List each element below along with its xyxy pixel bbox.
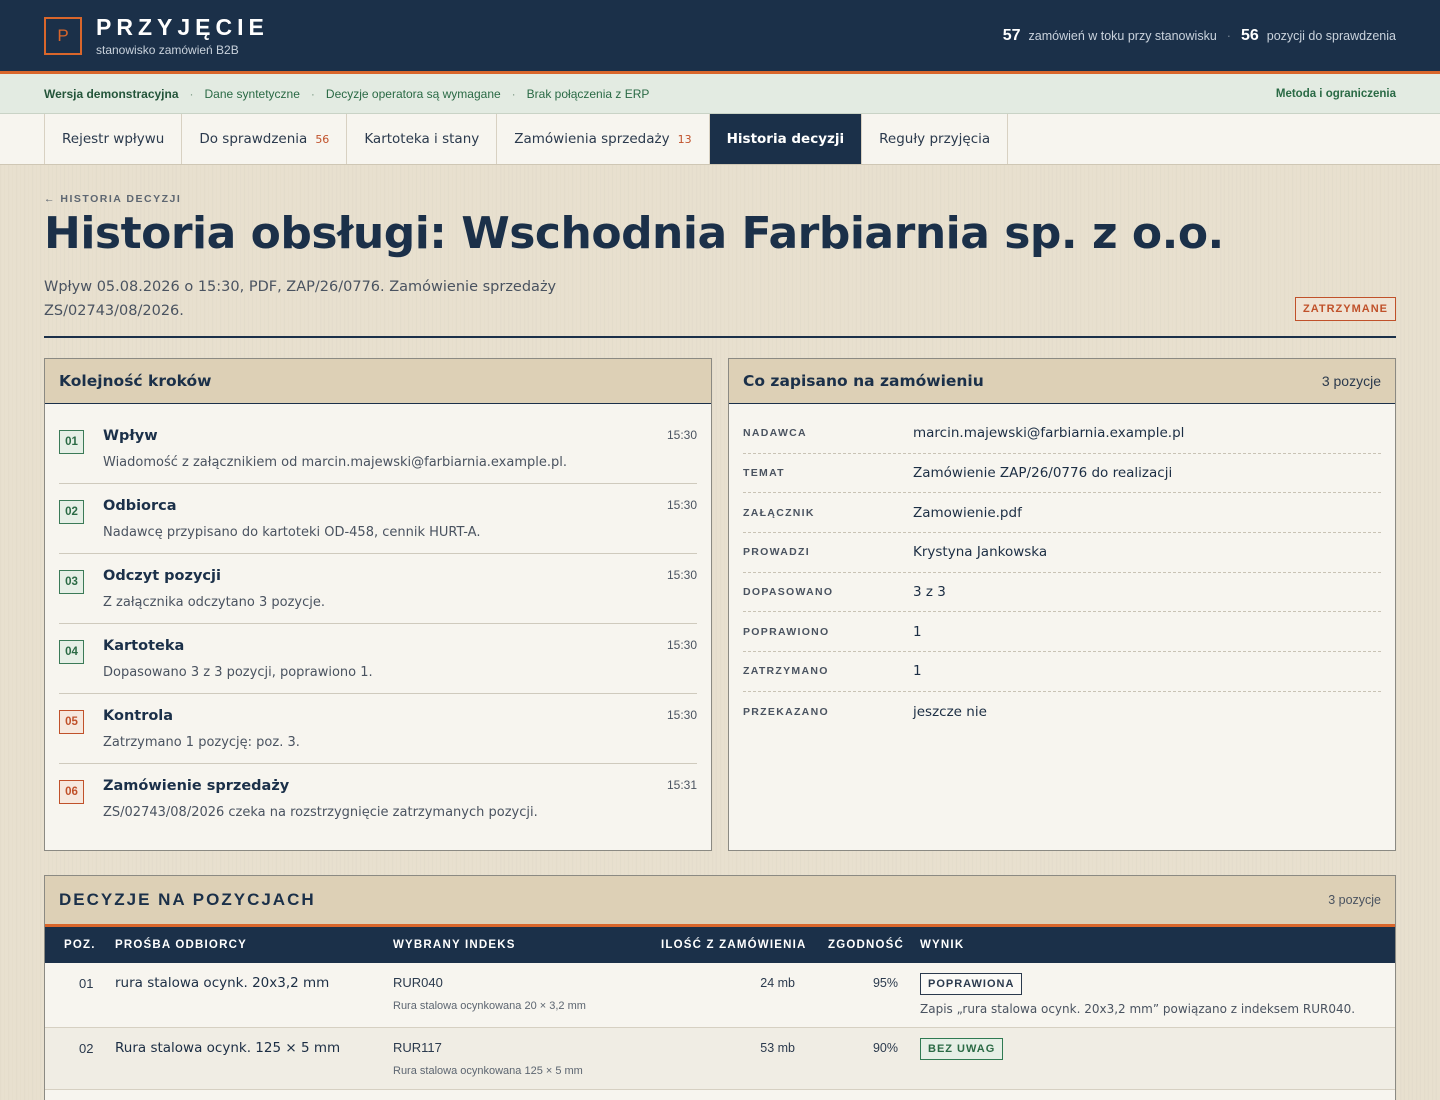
order-panel-title: Co zapisano na zamówieniu [743,372,984,390]
col-match: ZGODNOŚĆ [828,939,905,951]
col-pos: POZ. [64,939,96,951]
step-number: 02 [59,500,84,524]
tab-to-check[interactable]: Do sprawdzenia 56 [181,114,346,164]
step-title: Wpływ [103,428,158,444]
table-header: POZ. PROŚBA ODBIORCY WYBRANY INDEKS ILOŚ… [45,927,1395,963]
demo-notice-bar: Wersja demonstracyjna · Dane syntetyczne… [0,74,1440,114]
page-subtitle: Wpływ 05.08.2026 o 15:30, PDF, ZAP/26/07… [44,279,557,319]
step-title: Odbiorca [103,498,177,514]
result-badge: POPRAWIONA [920,973,1023,995]
tab-intake-register[interactable]: Rejestr wpływu [44,114,181,164]
back-link[interactable]: ← HISTORIA DECYZJI [44,193,181,205]
status-badge: ZATRZYMANE [1295,297,1396,321]
step-title: Odczyt pozycji [103,568,221,584]
tab-sales-orders[interactable]: Zamówienia sprzedaży 13 [496,114,708,164]
main-tabs: Rejestr wpływu Do sprawdzenia 56 Kartotek… [0,114,1440,165]
step-title: Kartoteka [103,638,185,654]
items-to-check-count: 56 [1240,26,1259,44]
step-description: ZS/02743/08/2026 czeka na rozstrzygnięci… [103,805,538,820]
tab-catalog-stock[interactable]: Kartoteka i stany [346,114,496,164]
record-row-transferred: PRZEKAZANO jeszcze nie [743,703,987,720]
header-stats: 57 zamówień w toku przy stanowisku · 56 … [1003,27,1396,45]
step-time: 15:30 [666,428,697,442]
step-number: 04 [59,640,84,664]
step-number: 03 [59,570,84,594]
step-item: 02 Odbiorca Nadawcę przypisano do kartot… [59,484,697,554]
app-name: PRZYJĘCIE [96,13,269,40]
notice-no-erp: Brak połączenia z ERP [526,86,650,101]
record-row-attachment: ZAŁĄCZNIK Zamowienie.pdf [743,493,1381,534]
step-item: 06 Zamówienie sprzedaży ZS/02743/08/2026… [59,764,697,834]
table-row[interactable]: 02 Rura stalowa ocynk. 125 × 5 mm RUR117… [45,1028,1395,1090]
record-row-held: ZATRZYMANO 1 [743,652,1381,692]
record-row-sender: NADAWCA marcin.majewski@farbiarnia.exampl… [743,414,1381,454]
step-description: Wiadomość z załącznikiem od marcin.majew… [103,455,567,470]
record-row-corrected: POPRAWIONO 1 [743,612,1381,653]
stats-separator: · [1226,28,1231,43]
record-row-handler: PROWADZI Krystyna Jankowska [743,533,1381,573]
notice-operator-decisions: Decyzje operatora są wymagane [325,86,501,101]
notice-demo-version: Wersja demonstracyjna [44,86,179,101]
title-divider [44,336,1396,338]
result-note: Zapis „rura stalowa ocynk. 20x3,2 mm” po… [920,1002,1356,1016]
items-to-check-label: pozycji do sprawdzenia [1266,28,1396,43]
record-row-matched: DOPASOWANO 3 z 3 [743,573,1381,613]
attachment-link[interactable]: Zamowienie.pdf [913,505,1022,521]
order-panel-count: 3 pozycje [1321,373,1381,389]
step-number: 06 [59,780,84,804]
col-qty: ILOŚĆ Z ZAMÓWIENIA [661,939,807,951]
step-description: Dopasowano 3 z 3 pozycji, poprawiono 1. [103,665,373,680]
app-logo: P [44,16,82,55]
tab-count: 56 [315,132,330,146]
app-header: P PRZYJĘCIE stanowisko zamówień B2B 57 z… [0,0,1440,74]
decisions-title: DECYZJE NA POZYCJACH [59,890,316,909]
brand[interactable]: P PRZYJĘCIE stanowisko zamówień B2B [44,15,269,57]
col-result: WYNIK [920,939,965,951]
tab-intake-rules[interactable]: Reguły przyjęcia [861,114,1009,164]
col-index: WYBRANY INDEKS [393,939,516,951]
step-title: Zamówienie sprzedaży [103,778,290,794]
step-time: 15:30 [666,638,697,652]
step-number: 05 [59,710,84,734]
step-description: Nadawcę przypisano do kartoteki OD-458, … [103,525,481,540]
decisions-count: 3 pozycje [1328,893,1381,907]
app-subtitle: stanowisko zamówień B2B [96,42,239,57]
step-item: 05 Kontrola Zatrzymano 1 pozycję: poz. 3… [59,694,697,764]
step-time: 15:31 [666,778,697,792]
notice-synthetic-data: Dane syntetyczne [204,86,300,101]
steps-panel: Kolejność kroków 01 Wpływ Wiadomość z za… [44,358,712,851]
step-description: Z załącznika odczytano 3 pozycje. [103,595,325,610]
step-time: 15:30 [666,568,697,582]
record-row-subject: TEMAT Zamówienie ZAP/26/0776 do realizacj… [743,454,1381,494]
tab-count: 13 [677,132,692,146]
table-row[interactable]: 01 rura stalowa ocynk. 20x3,2 mm RUR040 … [45,963,1395,1028]
orders-in-progress-count: 57 [1002,26,1021,44]
step-title: Kontrola [103,708,174,724]
step-item: 04 Kartoteka Dopasowano 3 z 3 pozycji, p… [59,624,697,694]
steps-panel-title: Kolejność kroków [59,372,212,390]
item-decisions-section: DECYZJE NA POZYCJACH 3 pozycje POZ. PROŚ… [44,875,1396,1100]
step-item: 01 Wpływ Wiadomość z załącznikiem od mar… [59,414,697,484]
order-record-panel: Co zapisano na zamówieniu 3 pozycje NADA… [728,358,1396,851]
step-time: 15:30 [666,708,697,722]
result-badge: BEZ UWAG [920,1038,1004,1060]
page-title: Historia obsługi: Wschodnia Farbiarnia s… [44,208,1224,259]
tab-decision-history[interactable]: Historia decyzji [708,114,862,164]
step-number: 01 [59,430,84,454]
step-item: 03 Odczyt pozycji Z załącznika odczytano… [59,554,697,624]
step-description: Zatrzymano 1 pozycję: poz. 3. [103,735,300,750]
col-request: PROŚBA ODBIORCY [115,939,247,951]
step-time: 15:30 [666,498,697,512]
method-limitations-link[interactable]: Metoda i ograniczenia [1276,88,1396,100]
orders-in-progress-label: zamówień w toku przy stanowisku [1028,28,1217,43]
